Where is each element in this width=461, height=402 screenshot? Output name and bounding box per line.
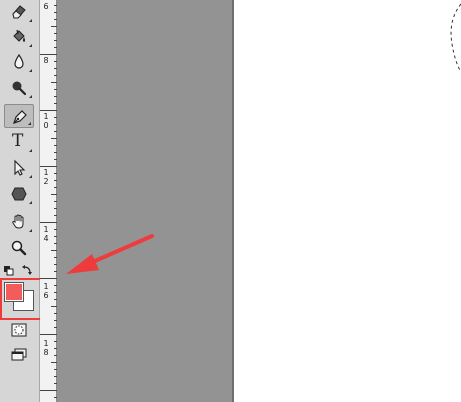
pasteboard-area [57,0,232,402]
tool-flyout-indicator [29,229,32,232]
ruler-label: 1 4 [43,225,49,243]
vertical-ruler: 6 8 1 0 1 2 1 4 1 6 1 8 [40,0,57,402]
tool-flyout-indicator [29,201,32,204]
dodge-tool[interactable] [4,76,34,100]
document-canvas[interactable] [234,0,461,402]
path-selection-tool[interactable] [4,156,34,180]
hand-tool[interactable] [4,210,34,234]
swap-colors-icon[interactable] [22,265,32,275]
ruler-label: 1 2 [43,168,49,186]
hand-icon [12,214,24,229]
tool-flyout-indicator [29,175,32,178]
ruler-label: 1 0 [43,112,49,130]
zoom-icon [11,240,27,256]
polygon-shape-icon [11,187,27,201]
tool-flyout-indicator [29,69,32,72]
quick-mask-mode[interactable] [4,318,34,342]
eraser-icon [12,5,26,19]
tool-flyout-indicator [29,19,32,22]
blur-drop-icon [14,53,24,69]
type-tool[interactable]: T [4,130,34,154]
blur-tool[interactable] [4,50,34,74]
photoshop-workspace: T 6 8 1 0 1 2 1 4 1 6 1 8 [0,0,461,402]
tool-flyout-indicator [28,122,31,125]
ruler-label: 1 6 [43,282,49,300]
paint-bucket-icon [13,29,25,42]
type-icon: T [12,131,24,151]
ruler-label: 6 [43,2,49,11]
pen-tool[interactable] [4,104,34,128]
default-colors-icon[interactable] [4,266,14,276]
tool-flyout-indicator [29,44,32,47]
screen-mode[interactable] [4,343,34,367]
ruler-label: 8 [43,56,49,65]
screen-mode-icon [11,348,27,361]
zoom-tool[interactable] [4,236,34,260]
pen-icon [13,110,27,124]
tools-panel: T [0,0,40,402]
custom-shape-tool[interactable] [4,182,34,206]
dodge-icon [12,81,27,96]
ruler-label: 1 8 [43,339,49,357]
eraser-tool[interactable] [4,0,34,24]
paint-bucket-tool[interactable] [4,25,34,49]
tool-flyout-indicator [29,95,32,98]
path-selection-icon [14,159,26,176]
quick-mask-icon [11,323,27,337]
tool-flyout-indicator [29,149,32,152]
